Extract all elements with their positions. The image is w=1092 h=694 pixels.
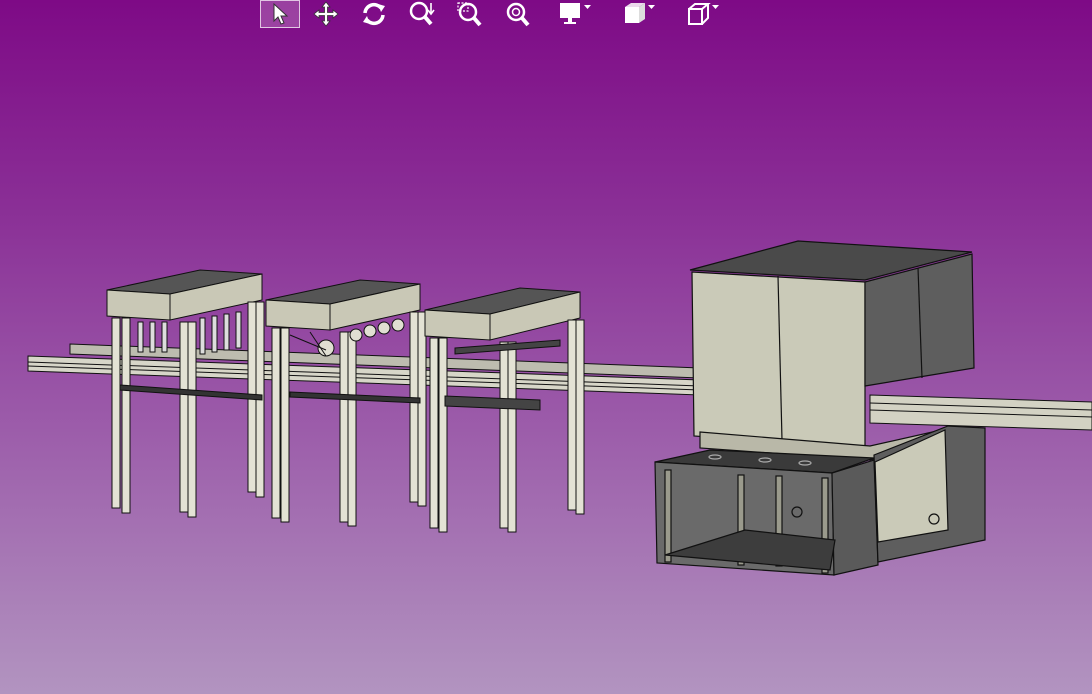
zoom-dynamic-button[interactable]	[404, 0, 440, 28]
material-button[interactable]	[616, 0, 655, 28]
zoom-dynamic-icon	[409, 1, 435, 26]
cube-view-icon	[688, 3, 711, 25]
chevron-down-icon	[712, 5, 719, 9]
station-2	[265, 279, 427, 527]
rotate-icon	[363, 2, 385, 26]
zoom-window-icon	[457, 2, 482, 27]
zoom-fit-button[interactable]	[500, 0, 536, 28]
monitor-icon	[560, 3, 580, 24]
material-icon	[625, 3, 645, 23]
station-1	[106, 269, 265, 518]
display-mode-button[interactable]	[552, 0, 591, 28]
cursor-arrow-icon	[273, 3, 289, 25]
chevron-down-icon	[584, 5, 591, 9]
zoom-window-button[interactable]	[452, 0, 488, 28]
viewer-toolbar	[258, 0, 738, 30]
move-arrows-icon	[313, 1, 339, 27]
station-3	[424, 287, 585, 533]
pan-tool-button[interactable]	[308, 0, 344, 28]
view-cube-button[interactable]	[680, 0, 719, 28]
cad-model-scene	[27, 240, 1092, 576]
zoom-fit-icon	[506, 2, 530, 27]
3d-viewport[interactable]	[0, 30, 1092, 694]
select-tool-button[interactable]	[260, 0, 300, 28]
rotate-tool-button[interactable]	[356, 0, 392, 28]
chevron-down-icon	[648, 5, 655, 9]
